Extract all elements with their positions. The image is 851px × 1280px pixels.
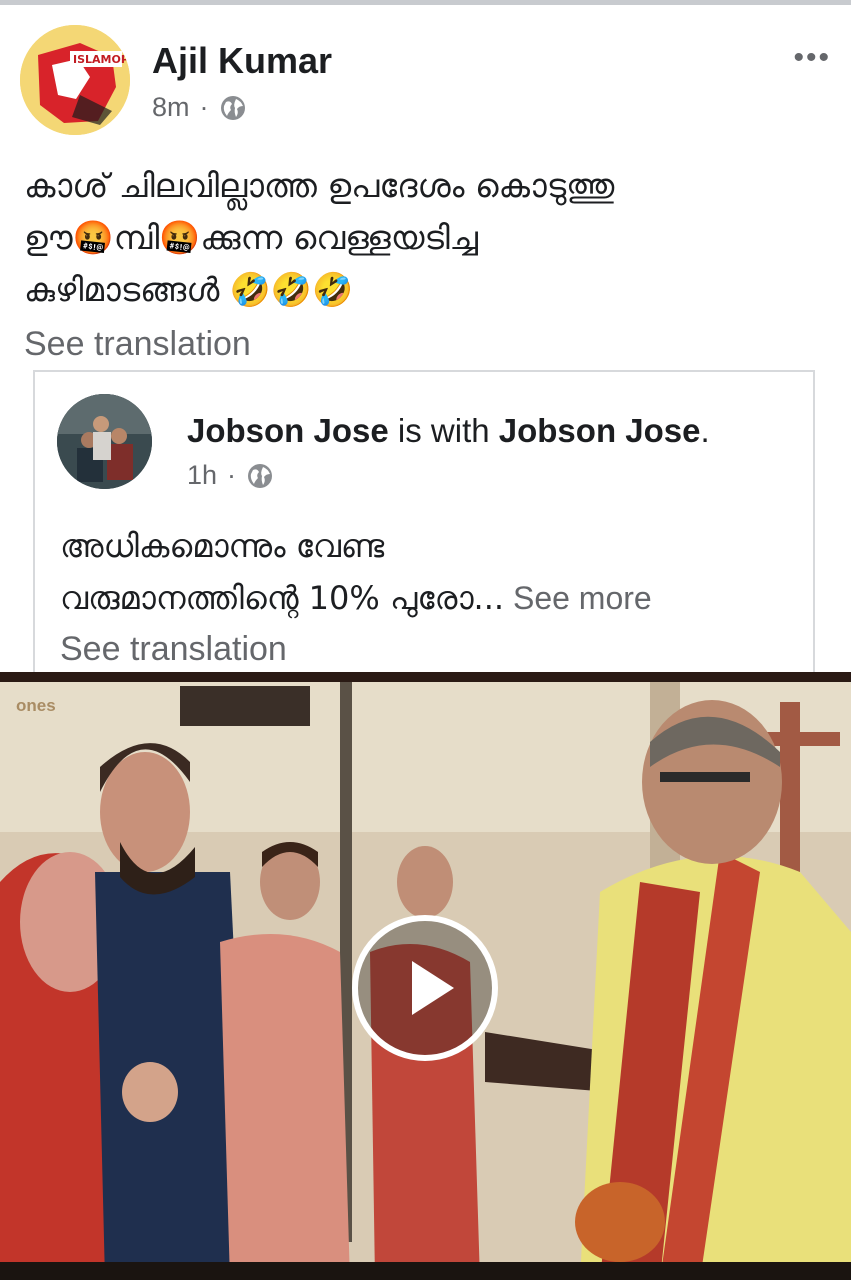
post-text: കാശ് ചിലവില്ലാത്ത ഉപദേശം കൊടുത്തു ഊ🤬മ്പി…	[24, 166, 615, 309]
author-name[interactable]: Ajil Kumar	[152, 40, 332, 82]
shared-text-line-2-content: വരുമാനത്തിന്റെ 10% പുരോ...	[60, 579, 505, 617]
shared-post-text: അധികമൊന്നും വേണ്ട വരുമാനത്തിന്റെ 10% പുര…	[60, 520, 800, 624]
shared-text-line-1: അധികമൊന്നും വേണ്ട	[60, 527, 385, 565]
shared-post-time[interactable]: 1h	[187, 460, 217, 491]
post-time[interactable]: 8m	[152, 92, 190, 123]
shared-meta-separator: ·	[227, 460, 237, 490]
play-icon	[412, 961, 454, 1015]
period: .	[700, 412, 710, 449]
svg-text:ISLAMOPH: ISLAMOPH	[73, 53, 130, 66]
shared-text-line-2: വരുമാനത്തിന്റെ 10% പുരോ... See more	[60, 572, 800, 624]
globe-icon	[220, 95, 245, 120]
play-button[interactable]	[352, 915, 498, 1061]
more-options-icon[interactable]: •••	[793, 43, 831, 73]
see-more-link[interactable]: See more	[504, 580, 652, 616]
top-divider	[0, 0, 851, 5]
shared-author-avatar[interactable]	[57, 394, 152, 489]
author-avatar[interactable]: ISLAMOPH	[20, 25, 130, 135]
globe-icon	[248, 463, 273, 488]
video-watermark: ones	[16, 696, 56, 715]
post-meta: 8m ·	[152, 92, 247, 123]
shared-post-card[interactable]: Jobson Jose is with Jobson Jose. 1h · അധ…	[33, 370, 815, 690]
with-text: is with	[388, 412, 499, 449]
shared-author-line: Jobson Jose is with Jobson Jose.	[187, 412, 710, 450]
meta-separator: ·	[199, 92, 209, 122]
shared-see-translation-link[interactable]: See translation	[60, 630, 287, 669]
see-translation-link[interactable]: See translation	[24, 325, 251, 364]
tagged-author-name[interactable]: Jobson Jose	[499, 412, 701, 449]
shared-post-meta: 1h ·	[187, 460, 274, 491]
shared-author-name[interactable]: Jobson Jose	[187, 412, 389, 449]
video-player[interactable]: ones	[0, 672, 851, 1280]
